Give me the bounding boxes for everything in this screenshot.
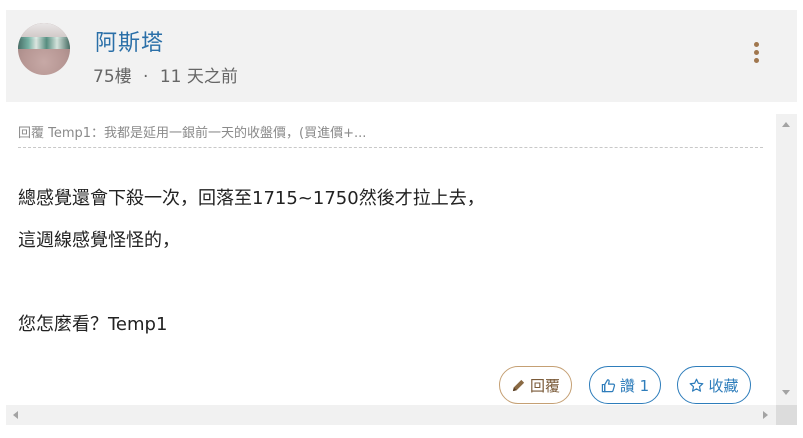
avatar[interactable]: [18, 23, 70, 75]
favorite-label: 收藏: [708, 376, 739, 395]
scroll-up-icon[interactable]: [782, 122, 790, 127]
author-name[interactable]: 阿斯塔: [95, 25, 164, 57]
horizontal-scrollbar[interactable]: [6, 405, 776, 425]
thumbs-up-icon: [601, 378, 615, 392]
content-line: 您怎麼看？Temp1: [18, 314, 168, 335]
vertical-scrollbar[interactable]: [776, 114, 797, 405]
like-label: 讚 1: [619, 376, 650, 395]
scroll-right-icon[interactable]: [763, 411, 768, 419]
star-icon: [690, 378, 704, 392]
meta-separator: ·: [143, 67, 149, 87]
post-meta: 75樓 · 11 天之前: [93, 62, 238, 87]
reply-button[interactable]: 回覆: [499, 366, 572, 404]
floor-number: 75樓: [93, 67, 132, 87]
favorite-button[interactable]: 收藏: [677, 366, 751, 404]
scroll-down-icon[interactable]: [782, 390, 790, 395]
more-options-icon[interactable]: [752, 42, 760, 64]
content-line: [18, 262, 763, 304]
post-header: 阿斯塔 75樓 · 11 天之前: [6, 10, 797, 102]
like-button[interactable]: 讚 1: [589, 366, 661, 404]
post-content: 總感覺還會下殺一次，回落至1715~1750然後才拉上去， 這週線感覺怪怪的， …: [18, 178, 763, 346]
content-line: 總感覺還會下殺一次，回落至1715~1750然後才拉上去，: [18, 188, 485, 209]
scrollbar-corner: [776, 405, 797, 425]
content-line: 這週線感覺怪怪的，: [18, 230, 180, 251]
pencil-icon: [512, 379, 525, 391]
scroll-left-icon[interactable]: [13, 411, 18, 419]
post-time: 11 天之前: [159, 67, 238, 87]
quoted-reply[interactable]: 回覆 Temp1：我都是延用一銀前一天的收盤價，(買進價+...: [18, 122, 763, 148]
reply-label: 回覆: [529, 376, 560, 395]
